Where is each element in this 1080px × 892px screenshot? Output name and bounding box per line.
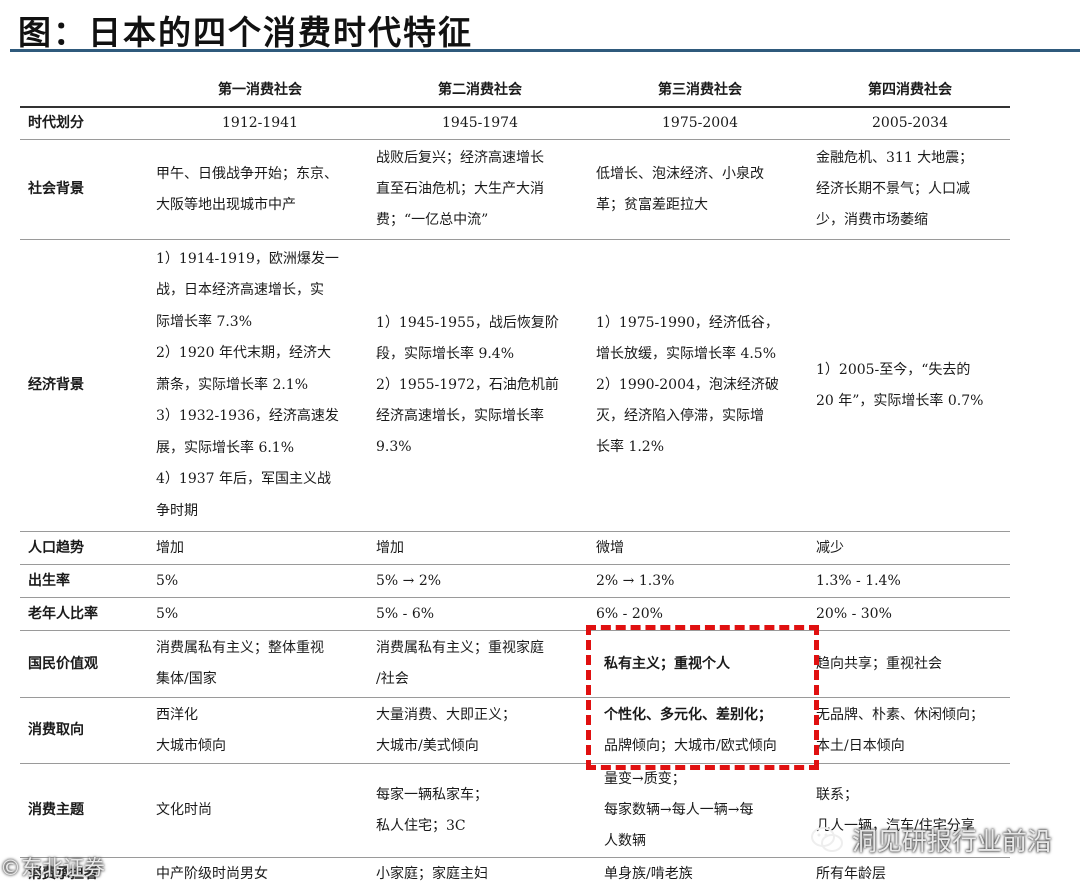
table-cell: 消费属私有主义；重视家庭 /社会: [370, 630, 590, 698]
table-cell: 私有主义；重视个人: [590, 630, 810, 698]
table-cell: 中产阶级时尚男女: [156, 865, 268, 882]
table-cell: 6% - 20%: [590, 597, 810, 631]
table-cell: 1）2005-至今，“失去的 20 年”，实际增长率 0.7%: [810, 239, 1010, 532]
table-cell: 金融危机、311 大地震； 经济长期不景气；人口减 少，消费市场萎缩: [810, 139, 1010, 240]
title-divider: [10, 49, 1080, 52]
table-cell: 低增长、泡沫经济、小泉改 革；贫富差距拉大: [590, 139, 810, 240]
row-label: 时代划分: [20, 107, 150, 140]
table-cell: 1）1945-1955，战后恢复阶 段，实际增长率 9.4% 2）1955-19…: [370, 239, 590, 532]
table-cell: 1）1914-1919，欧洲爆发一 战，日本经济高速增长，实 际增长率 7.3%…: [150, 239, 370, 532]
table-cell: 无品牌、朴素、休闲倾向； 本土/日本倾向: [810, 697, 1010, 764]
table-cell: 5%: [150, 597, 370, 631]
table-cell: 单身族/啃老族: [604, 865, 693, 882]
table-cell: 所有年龄层: [816, 865, 886, 882]
orientation-keywords: 个性化、多元化、差别化；: [604, 706, 772, 723]
table-cell: 1）1975-1990，经济低谷， 增长放缓，实际增长率 4.5% 2）1990…: [590, 239, 810, 532]
watermark-source: ©东北证券: [0, 856, 105, 880]
header-era-4: 第四消费社会: [810, 74, 1010, 108]
row-national-values: 国民价值观 消费属私有主义；整体重视 集体/国家 消费属私有主义；重视家庭 /社…: [20, 630, 1010, 698]
row-label: 消费取向: [20, 697, 150, 764]
table-cell: 20% - 30%: [810, 597, 1010, 631]
table-cell: 微增: [590, 531, 810, 565]
table-cell: 1945-1974: [370, 107, 590, 140]
table-cell: 文化时尚: [150, 763, 370, 858]
table-cell: 减少: [810, 531, 1010, 565]
row-label: 老年人比率: [20, 597, 150, 631]
header-era-3: 第三消费社会: [590, 74, 810, 108]
table-cell: 1912-1941: [150, 107, 370, 140]
table-cell: 个性化、多元化、差别化； 品牌倾向；大城市/欧式倾向: [590, 697, 810, 764]
table-cell: 甲午、日俄战争开始；东京、 大阪等地出现城市中产: [150, 139, 370, 240]
table-cell: 5% - 6%: [370, 597, 590, 631]
row-population-trend: 人口趋势 增加 增加 微增 减少: [20, 531, 1010, 565]
row-label: 人口趋势: [20, 531, 150, 565]
table-cell: 5%: [150, 564, 370, 598]
watermark-brand: 洞见研报行业前沿: [810, 822, 1052, 858]
table-cell: 增加: [150, 531, 370, 565]
row-label: 社会背景: [20, 139, 150, 240]
header-corner: [20, 74, 150, 108]
row-label: 消费主题: [20, 763, 150, 858]
header-row: 第一消费社会 第二消费社会 第三消费社会 第四消费社会: [20, 74, 1010, 108]
row-label: 国民价值观: [20, 630, 150, 698]
table-cell: 趋向共享；重视社会: [810, 630, 1010, 698]
row-period: 时代划分 1912-1941 1945-1974 1975-2004 2005-…: [20, 107, 1010, 140]
table-cell: 每家一辆私家车； 私人住宅；3C: [370, 763, 590, 858]
table-cell: 1975-2004: [590, 107, 810, 140]
table-cell: 5% → 2%: [370, 564, 590, 598]
row-elderly-ratio: 老年人比率 5% 5% - 6% 6% - 20% 20% - 30%: [20, 597, 1010, 631]
table-cell: 大量消费、大即正义； 大城市/美式倾向: [370, 697, 590, 764]
row-consumers: 消费承担者 中产阶级时尚男女 小家庭；家庭主妇 单身族/啃老族 所有年龄层: [20, 858, 1010, 891]
table-cell: 小家庭；家庭主妇: [376, 865, 488, 882]
row-social-background: 社会背景 甲午、日俄战争开始；东京、 大阪等地出现城市中产 战败后复兴；经济高速…: [20, 139, 1010, 240]
wechat-icon: [810, 827, 843, 852]
row-consumption-orientation: 消费取向 西洋化 大城市倾向 大量消费、大即正义； 大城市/美式倾向 个性化、多…: [20, 697, 1010, 764]
header-era-2: 第二消费社会: [370, 74, 590, 108]
table-cell: 2005-2034: [810, 107, 1010, 140]
table-cell: 西洋化 大城市倾向: [150, 697, 370, 764]
table-cell: 2% → 1.3%: [590, 564, 810, 598]
row-label: 经济背景: [20, 239, 150, 532]
consumption-era-table: 第一消费社会 第二消费社会 第三消费社会 第四消费社会 时代划分 1912-19…: [20, 74, 1010, 891]
table-cell: 消费属私有主义；整体重视 集体/国家: [150, 630, 370, 698]
table-cell: 1.3% - 1.4%: [810, 564, 1010, 598]
page-title: 图：日本的四个消费时代特征: [18, 13, 473, 52]
row-economic-background: 经济背景 1）1914-1919，欧洲爆发一 战，日本经济高速增长，实 际增长率…: [20, 239, 1010, 532]
row-label: 出生率: [20, 564, 150, 598]
watermark-text: 洞见研报行业前沿: [851, 827, 1052, 856]
row-birth-rate: 出生率 5% 5% → 2% 2% → 1.3% 1.3% - 1.4%: [20, 564, 1010, 598]
table-cell: 战败后复兴；经济高速增长 直至石油危机；大生产大消 费；“一亿总中流”: [370, 139, 590, 240]
table-cell: 增加: [370, 531, 590, 565]
orientation-text: 品牌倾向；大城市/欧式倾向: [604, 737, 777, 754]
table-cell: 量变→质变； 每家数辆→每人一辆→每 人数辆: [590, 763, 810, 858]
header-era-1: 第一消费社会: [150, 74, 370, 108]
